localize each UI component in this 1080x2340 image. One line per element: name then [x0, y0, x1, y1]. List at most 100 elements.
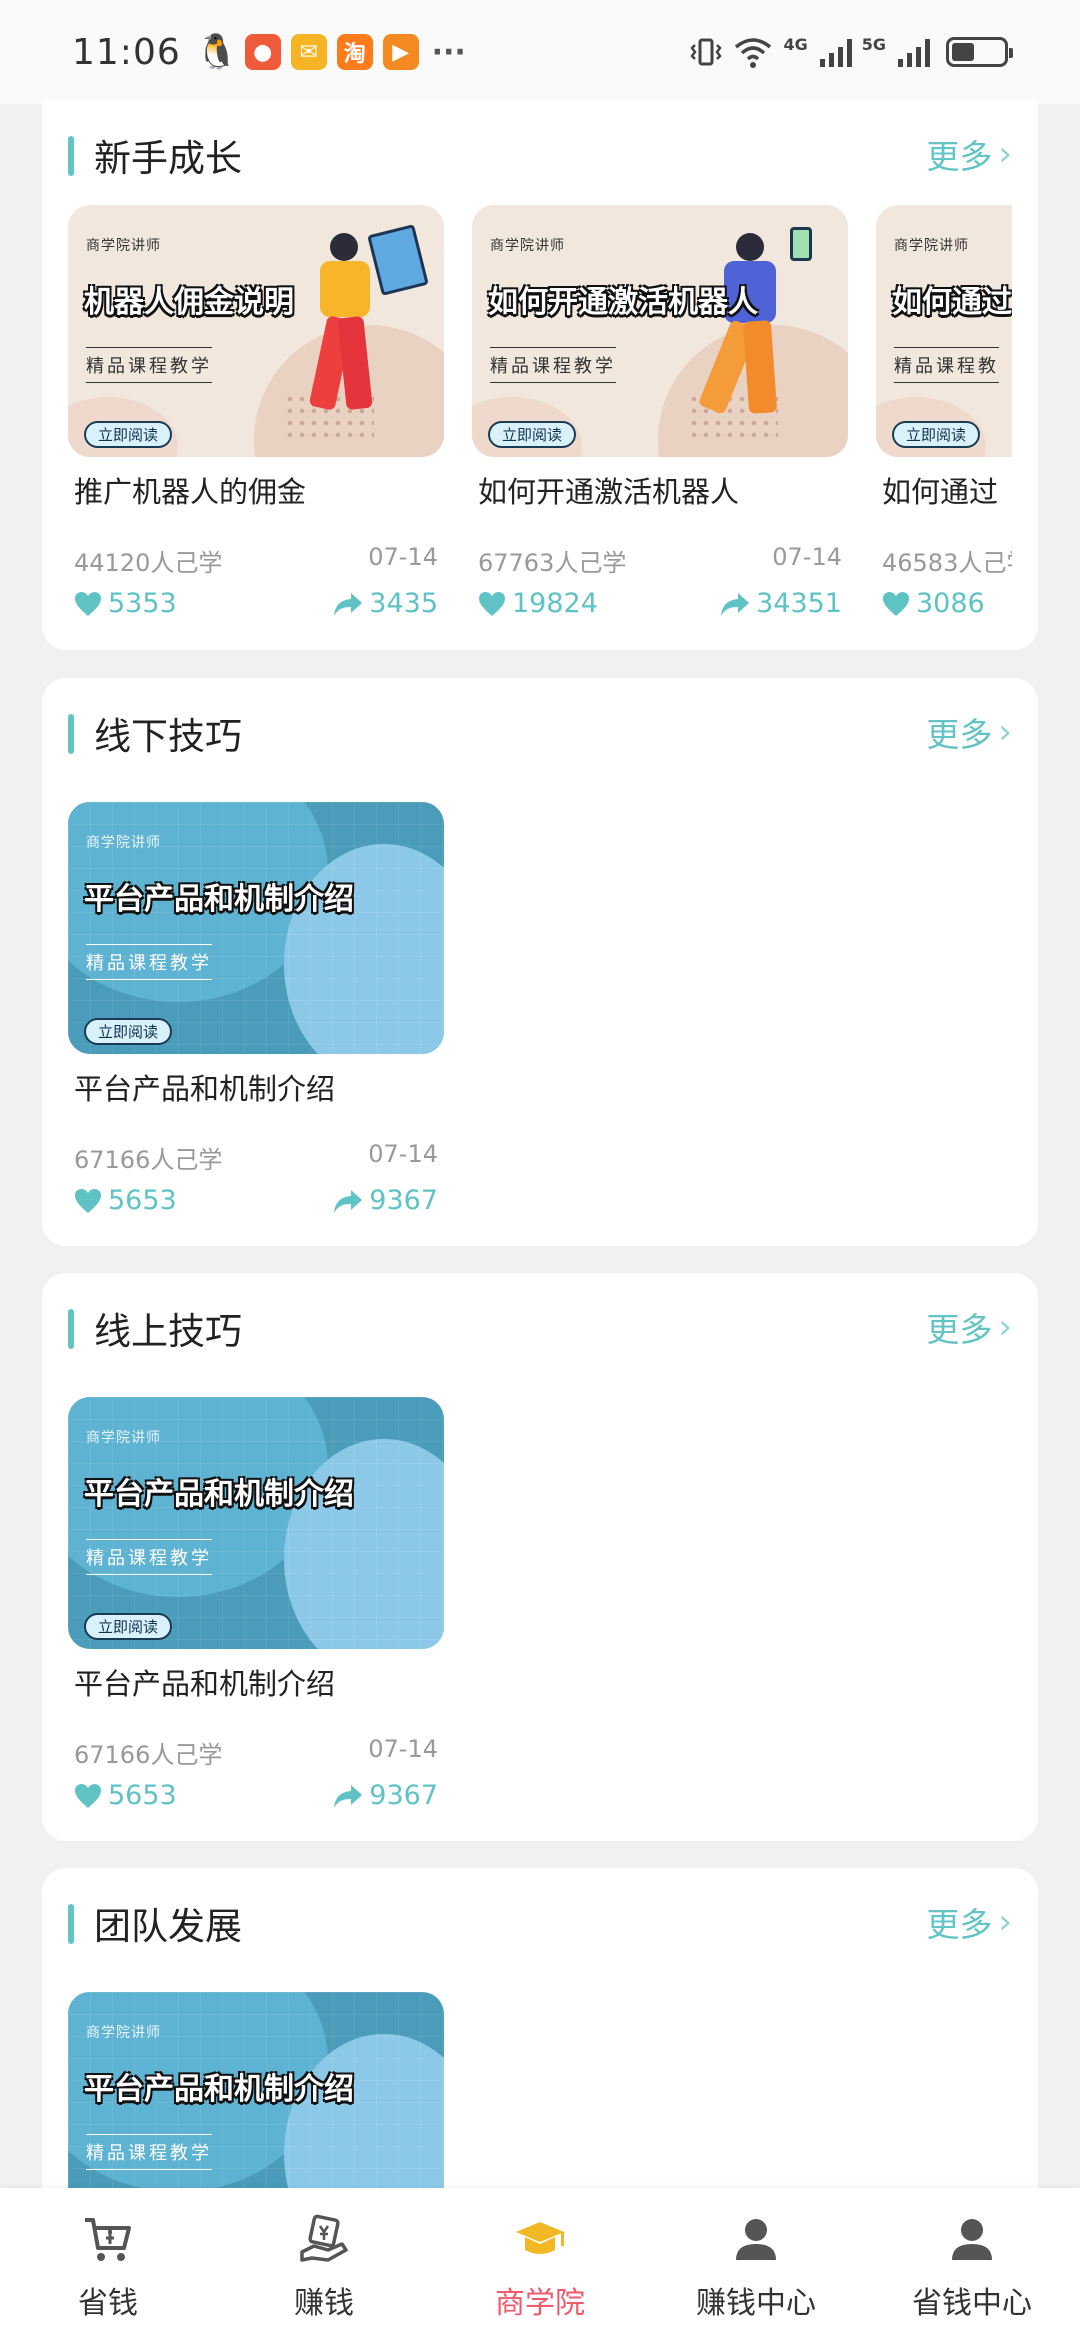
tab-save-money[interactable]: 省钱	[0, 2188, 216, 2322]
course-stats: 5353 3435	[68, 588, 444, 619]
course-stats: 19824 34351	[472, 588, 848, 619]
share-arrow-icon	[334, 1189, 363, 1213]
like-stat[interactable]: 19824	[478, 588, 598, 619]
course-stats: 5653 9367	[68, 1780, 444, 1811]
like-count: 5653	[108, 1185, 177, 1216]
thumbnail-headline: 平台产品和机制介绍	[84, 2072, 354, 2107]
section-online-skills: 线上技巧 更多 › 商学院讲师 平台产品和机制介绍 精品课程教学 立即阅读 平台…	[42, 1273, 1038, 1841]
like-count: 3086	[916, 588, 985, 619]
chevron-right-icon: ›	[998, 1902, 1012, 1942]
lecturer-label: 商学院讲师	[894, 238, 969, 254]
section-accent-bar	[68, 136, 74, 176]
course-meta: 67166人己学 07-14	[68, 1140, 444, 1175]
heart-icon	[75, 591, 101, 616]
section-header: 新手成长 更多 ›	[42, 100, 1038, 200]
share-count: 3435	[369, 588, 438, 619]
share-count: 9367	[369, 1185, 438, 1216]
lecturer-label: 商学院讲师	[86, 1430, 161, 1446]
thumbnail-headline: 如何通过	[892, 285, 1012, 320]
like-stat[interactable]: 5653	[74, 1185, 177, 1216]
user-icon	[944, 2212, 1000, 2268]
like-stat[interactable]: 5353	[74, 588, 177, 619]
tab-earning-center[interactable]: 赚钱中心	[648, 2188, 864, 2322]
more-link[interactable]: 更多 ›	[926, 1303, 1012, 1351]
heart-icon	[75, 1188, 101, 1213]
signal-5g-icon	[898, 37, 930, 67]
like-count: 19824	[512, 588, 598, 619]
thumbnail-subtitle: 精品课程教学	[86, 1539, 212, 1575]
section-header: 线下技巧 更多 ›	[42, 678, 1038, 778]
tab-label: 省钱中心	[912, 2286, 1032, 2321]
share-count: 9367	[369, 1780, 438, 1811]
thumbnail-subtitle: 精品课程教学	[86, 347, 212, 383]
course-card[interactable]: 商学院讲师 如何开通激活机器人 精品课程教学 立即阅读 如何开通激活机器人 67…	[472, 205, 848, 619]
share-stat[interactable]: 34351	[720, 588, 842, 619]
user-icon	[728, 2212, 784, 2268]
share-stat[interactable]: 9367	[333, 1780, 438, 1811]
more-label: 更多	[926, 715, 993, 754]
clock: 11:06	[72, 31, 181, 73]
more-link[interactable]: 更多 ›	[926, 1898, 1012, 1946]
course-title: 平台产品和机制介绍	[74, 1072, 336, 1106]
more-label: 更多	[926, 1310, 993, 1349]
more-link[interactable]: 更多 ›	[926, 130, 1012, 178]
weibo-icon: ●	[244, 34, 281, 70]
chevron-right-icon: ›	[998, 712, 1012, 752]
thumbnail-headline: 平台产品和机制介绍	[84, 1477, 354, 1512]
tab-earn-money[interactable]: 赚钱	[216, 2188, 432, 2322]
section-title: 线上技巧	[94, 1310, 242, 1353]
illustration-person-icon	[308, 224, 429, 431]
course-card[interactable]: 商学院讲师 平台产品和机制介绍 精品课程教学 立即阅读 平台产品和机制介绍 67…	[68, 802, 444, 1216]
course-card[interactable]: 商学院讲师 平台产品和机制介绍 精品课程教学 立即阅读 平台产品和机制介绍 67…	[68, 1397, 444, 1811]
course-list: 商学院讲师 机器人佣金说明 精品课程教学 立即阅读 推广机器人的佣金 44120…	[68, 205, 1012, 619]
thumbnail-subtitle: 精品课程教学	[86, 944, 212, 980]
lecturer-label: 商学院讲师	[86, 835, 161, 851]
publish-date: 07-14	[368, 1735, 438, 1763]
more-link[interactable]: 更多 ›	[926, 708, 1012, 756]
tab-business-school[interactable]: 商学院	[432, 2188, 648, 2322]
course-thumbnail[interactable]: 商学院讲师 如何通过 精品课程教 立即阅读	[876, 205, 1012, 457]
course-thumbnail[interactable]: 商学院讲师 如何开通激活机器人 精品课程教学 立即阅读	[472, 205, 848, 457]
section-title: 团队发展	[94, 1905, 242, 1948]
publish-date: 07-14	[368, 1140, 438, 1168]
learner-count: 44120人己学	[74, 549, 223, 577]
wifi-icon	[735, 38, 772, 68]
lecturer-label: 商学院讲师	[490, 238, 565, 254]
course-stats: 3086	[876, 588, 1012, 619]
share-arrow-icon	[334, 592, 363, 616]
thumbnail-subtitle: 精品课程教学	[490, 347, 616, 383]
share-arrow-icon	[721, 592, 750, 616]
course-title: 如何开通激活机器人	[478, 475, 740, 509]
thumbnail-subtitle: 精品课程教	[894, 347, 999, 383]
section-beginner-growth: 新手成长 更多 › 商学院讲师 机器人佣金说明 精品课程教学 立即阅读 推广机器…	[42, 100, 1038, 650]
bottom-tab-bar: 省钱 赚钱 商学院 赚钱中心 省钱中心	[0, 2188, 1080, 2340]
learner-count: 67166人己学	[74, 1146, 223, 1174]
share-stat[interactable]: 9367	[333, 1185, 438, 1216]
section-title: 线下技巧	[94, 715, 242, 758]
graduation-cap-icon	[512, 2212, 568, 2268]
course-card[interactable]: 商学院讲师 如何通过 精品课程教 立即阅读 如何通过 46583人己学 3086	[876, 205, 1012, 619]
read-now-badge: 立即阅读	[84, 1018, 173, 1045]
tab-saving-center[interactable]: 省钱中心	[864, 2188, 1080, 2322]
lecturer-label: 商学院讲师	[86, 2025, 161, 2041]
like-stat[interactable]: 3086	[882, 588, 985, 619]
heart-icon	[883, 591, 909, 616]
course-thumbnail[interactable]: 商学院讲师 机器人佣金说明 精品课程教学 立即阅读	[68, 205, 444, 457]
vibrate-icon	[690, 38, 723, 66]
course-card[interactable]: 商学院讲师 机器人佣金说明 精品课程教学 立即阅读 推广机器人的佣金 44120…	[68, 205, 444, 619]
course-thumbnail[interactable]: 商学院讲师 平台产品和机制介绍 精品课程教学 立即阅读	[68, 802, 444, 1054]
video-icon: ▶	[382, 34, 419, 70]
more-label: 更多	[926, 137, 993, 176]
course-thumbnail[interactable]: 商学院讲师 平台产品和机制介绍 精品课程教学 立即阅读	[68, 1397, 444, 1649]
like-stat[interactable]: 5653	[74, 1780, 177, 1811]
section-title: 新手成长	[94, 137, 242, 180]
status-bar: 11:06 🐧 ● ✉ 淘 ▶ ··· 4G 5G	[0, 0, 1080, 104]
section-accent-bar	[68, 1904, 74, 1944]
illustration-person-icon	[697, 227, 832, 431]
qq-icon: 🐧	[195, 32, 238, 72]
course-meta: 67763人己学 07-14	[472, 543, 848, 578]
publish-date: 07-14	[368, 543, 438, 571]
network-5g-label: 5G	[861, 35, 886, 54]
chevron-right-icon: ›	[998, 134, 1012, 174]
share-stat[interactable]: 3435	[333, 588, 438, 619]
